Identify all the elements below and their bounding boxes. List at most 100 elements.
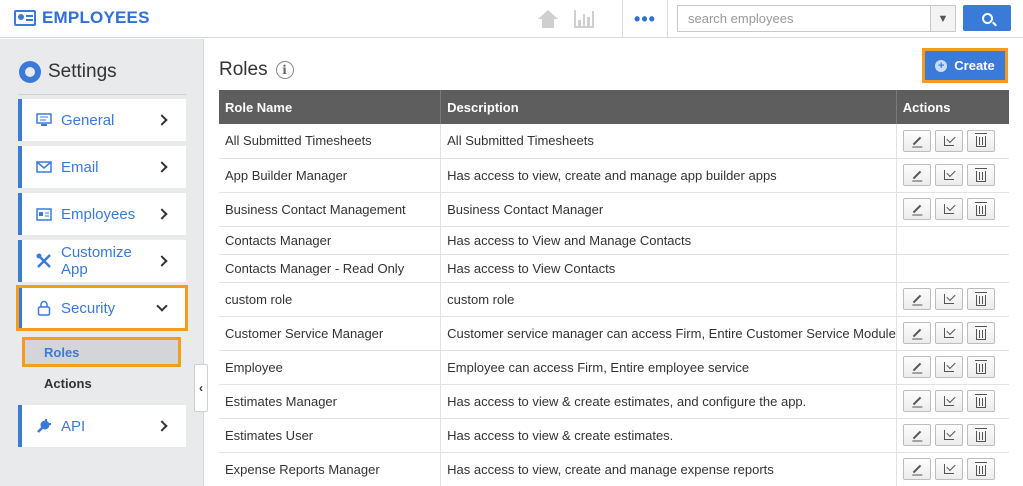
delete-button[interactable] bbox=[966, 198, 995, 220]
role-description-cell: Customer service manager can access Firm… bbox=[440, 316, 897, 351]
chevron-left-icon: ‹ bbox=[199, 381, 203, 395]
table-row[interactable]: Business Contact Management Business Cont… bbox=[219, 192, 1009, 227]
table-row[interactable]: Expense Reports Manager Has access to vie… bbox=[219, 452, 1009, 486]
sidebar-item-api[interactable]: API bbox=[18, 405, 186, 447]
page-title: Roles bbox=[219, 59, 268, 80]
role-name-cell[interactable]: Estimates User bbox=[219, 418, 442, 453]
delete-button[interactable] bbox=[966, 129, 995, 152]
table-row[interactable]: App Builder Manager Has access to view, c… bbox=[219, 158, 1009, 193]
edit-button[interactable] bbox=[902, 424, 931, 446]
pencil-icon bbox=[912, 464, 922, 474]
column-header-description[interactable]: Description bbox=[440, 90, 897, 124]
column-header-role-name[interactable]: Role Name bbox=[219, 90, 442, 124]
role-actions-cell bbox=[896, 384, 1009, 419]
assign-button[interactable] bbox=[934, 129, 963, 152]
monitor-icon bbox=[35, 112, 53, 128]
create-role-button[interactable]: + Create bbox=[922, 48, 1008, 83]
search-dropdown-button[interactable]: ▼ bbox=[930, 6, 955, 31]
sidebar-subitem-roles[interactable]: Roles bbox=[22, 337, 181, 367]
role-description-cell: Employee can access Firm, Entire employe… bbox=[440, 350, 897, 385]
role-actions-cell bbox=[896, 124, 1009, 159]
trash-icon bbox=[974, 167, 987, 182]
role-name-cell[interactable]: Employee bbox=[219, 350, 442, 385]
more-menu-button[interactable]: ••• bbox=[622, 0, 668, 38]
sidebar-item-label: General bbox=[61, 111, 115, 129]
assign-button[interactable] bbox=[934, 288, 963, 310]
sidebar-item-email[interactable]: Email bbox=[18, 146, 186, 188]
role-name-cell[interactable]: custom role bbox=[219, 282, 442, 317]
role-name-cell[interactable]: All Submitted Timesheets bbox=[219, 124, 442, 159]
sidebar-item-customize-app[interactable]: Customize App bbox=[18, 240, 186, 282]
edit-button[interactable] bbox=[902, 322, 931, 344]
edit-button[interactable] bbox=[902, 164, 931, 186]
table-row[interactable]: Contacts Manager Has access to View and M… bbox=[219, 226, 1009, 255]
home-button[interactable] bbox=[530, 0, 566, 38]
delete-button[interactable] bbox=[966, 164, 995, 186]
table-row[interactable]: Contacts Manager - Read Only Has access t… bbox=[219, 254, 1009, 283]
assign-button[interactable] bbox=[934, 390, 963, 412]
assign-button[interactable] bbox=[934, 458, 963, 480]
envelope-icon bbox=[35, 159, 53, 175]
role-name-cell[interactable]: Business Contact Management bbox=[219, 192, 442, 227]
page-header: Roles i bbox=[219, 59, 294, 81]
pencil-icon bbox=[912, 362, 922, 372]
sidebar-subitem-actions[interactable]: Actions bbox=[24, 370, 179, 396]
create-button-label: Create bbox=[954, 58, 995, 73]
edit-check-icon bbox=[943, 204, 954, 214]
chevron-right-icon bbox=[156, 420, 168, 432]
role-name-cell[interactable]: Expense Reports Manager bbox=[219, 452, 442, 486]
edit-check-icon bbox=[943, 464, 954, 474]
delete-button[interactable] bbox=[966, 356, 995, 378]
delete-button[interactable] bbox=[966, 288, 995, 310]
table-row[interactable]: custom role custom role bbox=[219, 282, 1009, 317]
assign-button[interactable] bbox=[934, 356, 963, 378]
sidebar-item-label: Employees bbox=[61, 205, 136, 223]
info-icon[interactable]: i bbox=[275, 61, 294, 79]
delete-button[interactable] bbox=[966, 390, 995, 412]
trash-icon bbox=[974, 461, 987, 476]
sidebar-item-employees[interactable]: Employees bbox=[18, 193, 186, 235]
sidebar-item-label: Email bbox=[61, 158, 99, 176]
role-name-cell[interactable]: Contacts Manager bbox=[219, 226, 442, 255]
chevron-right-icon bbox=[156, 255, 168, 267]
row-actions bbox=[902, 424, 1009, 446]
settings-header: Settings bbox=[16, 61, 117, 83]
delete-button[interactable] bbox=[966, 458, 995, 480]
assign-button[interactable] bbox=[934, 322, 963, 344]
edit-button[interactable] bbox=[902, 390, 931, 412]
edit-button[interactable] bbox=[902, 198, 931, 220]
sidebar-item-general[interactable]: General bbox=[18, 99, 186, 141]
search-button[interactable] bbox=[963, 5, 1011, 31]
table-row[interactable]: Employee Employee can access Firm, Entire… bbox=[219, 350, 1009, 385]
collapse-sidebar-button[interactable]: ‹ bbox=[194, 364, 208, 412]
trash-icon bbox=[974, 359, 987, 374]
assign-button[interactable] bbox=[934, 164, 963, 186]
table-row[interactable]: Customer Service Manager Customer service… bbox=[219, 316, 1009, 351]
chevron-right-icon bbox=[156, 161, 168, 173]
table-row[interactable]: All Submitted Timesheets All Submitted Ti… bbox=[219, 124, 1009, 159]
id-card-icon bbox=[14, 10, 36, 26]
trash-icon bbox=[974, 133, 987, 148]
role-name-cell[interactable]: Estimates Manager bbox=[219, 384, 442, 419]
reports-button[interactable] bbox=[566, 0, 602, 38]
search-input[interactable] bbox=[678, 6, 930, 31]
sidebar-item-security[interactable]: Security bbox=[16, 285, 188, 331]
edit-button[interactable] bbox=[902, 288, 931, 310]
edit-button[interactable] bbox=[902, 129, 931, 152]
edit-button[interactable] bbox=[902, 458, 931, 480]
table-row[interactable]: Estimates Manager Has access to view & cr… bbox=[219, 384, 1009, 419]
edit-button[interactable] bbox=[902, 356, 931, 378]
assign-button[interactable] bbox=[934, 198, 963, 220]
delete-button[interactable] bbox=[966, 322, 995, 344]
role-actions-cell bbox=[896, 158, 1009, 193]
role-name-cell[interactable]: Customer Service Manager bbox=[219, 316, 442, 351]
bar-chart-icon bbox=[574, 10, 594, 28]
assign-button[interactable] bbox=[934, 424, 963, 446]
role-name-cell[interactable]: Contacts Manager - Read Only bbox=[219, 254, 442, 283]
app-brand[interactable]: EMPLOYEES bbox=[14, 8, 150, 28]
role-name-cell[interactable]: App Builder Manager bbox=[219, 158, 442, 193]
table-row[interactable]: Estimates User Has access to view & creat… bbox=[219, 418, 1009, 453]
delete-button[interactable] bbox=[966, 424, 995, 446]
role-description-cell: Has access to view & create estimates, a… bbox=[440, 384, 897, 419]
trash-icon bbox=[974, 393, 987, 408]
